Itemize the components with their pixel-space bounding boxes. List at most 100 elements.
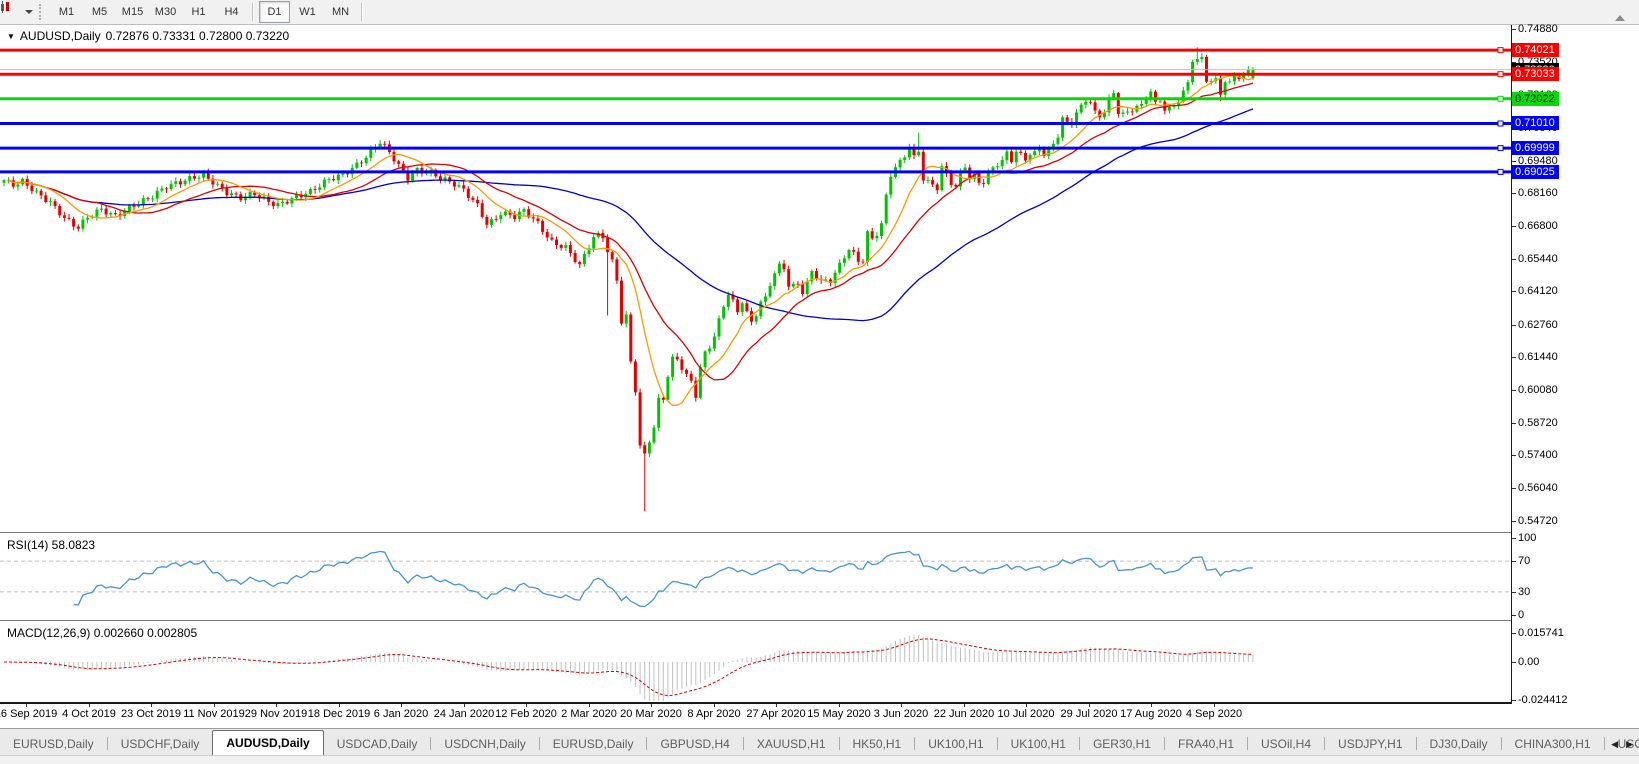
date-label: 18 Dec 2019 (308, 708, 370, 720)
date-label: 29 Jul 2020 (1061, 708, 1118, 720)
price-tick-mark (1512, 291, 1516, 292)
timeframe-button-m5[interactable]: M5 (84, 1, 115, 23)
collapse-indicator-icon[interactable]: ▼ (7, 32, 15, 41)
date-label: 27 Apr 2020 (746, 708, 805, 720)
macd-plot (0, 622, 1511, 702)
price-tick-label: 0.57400 (1518, 449, 1558, 461)
toolbar-grip-handle[interactable] (39, 4, 44, 20)
date-tick-mark (401, 704, 402, 707)
date-label: 2 Mar 2020 (561, 708, 617, 720)
chart-tab-ger30-h1[interactable]: GER30,H1 (1080, 733, 1164, 755)
rsi-tick-label: 0 (1518, 609, 1524, 621)
chart-cursor-icon[interactable] (4, 3, 24, 21)
rsi-tick-mark (1512, 561, 1516, 562)
timeframe-button-h4[interactable]: H4 (216, 1, 247, 23)
date-tick-mark (651, 704, 652, 707)
chart-ohlc-values: 0.72876 0.73331 0.72800 0.73220 (106, 29, 290, 43)
date-tick-mark (1089, 704, 1090, 707)
chart-tab-china300-h1[interactable]: CHINA300,H1 (1502, 733, 1604, 755)
macd-indicator-pane[interactable]: MACD(12,26,9) 0.002660 0.002805 (0, 622, 1511, 702)
price-tick-label: 0.58720 (1518, 417, 1558, 429)
date-label: 12 Feb 2020 (495, 708, 557, 720)
chart-tab-usdcnh-daily[interactable]: USDCNH,Daily (431, 733, 538, 755)
price-tick-label: 0.68160 (1518, 187, 1558, 199)
price-tick-mark (1512, 455, 1516, 456)
macd-tick-label: -0.024412 (1518, 694, 1568, 706)
chart-tab-uk100-h1[interactable]: UK100,H1 (998, 733, 1079, 755)
date-tick-mark (464, 704, 465, 707)
timeframe-button-w1[interactable]: W1 (292, 1, 323, 23)
macd-tick-mark (1512, 662, 1516, 663)
timeframe-toolbar: M1M5M15M30H1H4 D1W1MN (0, 0, 1639, 25)
pane-separator[interactable] (0, 620, 1511, 621)
chart-tab-uk100-h1[interactable]: UK100,H1 (915, 733, 996, 755)
tab-scroll-right-icon[interactable]: ▶ (1626, 739, 1633, 750)
date-label: 8 Apr 2020 (687, 708, 740, 720)
chart-tab-dj30-daily[interactable]: DJ30,Daily (1417, 733, 1501, 755)
scroll-up-icon[interactable] (1615, 15, 1625, 21)
chart-tab-gbpusd-h4[interactable]: GBPUSD,H4 (647, 733, 742, 755)
chart-symbol-label: AUDUSD,Daily (20, 29, 101, 43)
chart-tab-fra40-h1[interactable]: FRA40,H1 (1165, 733, 1247, 755)
candlestick-chart[interactable] (0, 25, 1511, 532)
chart-tab-usdchf-daily[interactable]: USDCHF,Daily (108, 733, 213, 755)
rsi-indicator-pane[interactable]: RSI(14) 58.0823 (0, 534, 1511, 620)
date-tick-mark (1151, 704, 1152, 707)
price-tick-mark (1512, 161, 1516, 162)
timeframe-button-m1[interactable]: M1 (51, 1, 82, 23)
price-tick-label: 0.74880 (1518, 23, 1558, 35)
mt4-window: M1M5M15M30H1H4 D1W1MN ▼ AUDUSD,Daily 0.72… (0, 0, 1639, 764)
date-label: 24 Jan 2020 (434, 708, 495, 720)
date-tick-mark (89, 704, 90, 707)
price-chart-pane[interactable]: ▼ AUDUSD,Daily 0.72876 0.73331 0.72800 0… (0, 25, 1511, 532)
price-tick-mark (1512, 325, 1516, 326)
chart-tab-bar: EURUSD,DailyUSDCHF,DailyAUDUSD,DailyUSDC… (0, 728, 1639, 755)
chart-tab-eurusd-daily[interactable]: EURUSD,Daily (540, 733, 647, 755)
rsi-tick-mark (1512, 538, 1516, 539)
timeframe-button-m30[interactable]: M30 (150, 1, 181, 23)
rsi-tick-mark (1512, 615, 1516, 616)
date-tick-mark (839, 704, 840, 707)
price-tick-mark (1512, 390, 1516, 391)
date-label: 16 Sep 2019 (0, 708, 57, 720)
tab-scroll-left-icon[interactable]: ◀ (1611, 739, 1618, 750)
chart-tab-usdjpy-h1[interactable]: USDJPY,H1 (1325, 733, 1415, 755)
time-axis[interactable]: 16 Sep 20194 Oct 201923 Oct 201911 Nov 2… (0, 704, 1511, 728)
chart-tab-usdcad-daily[interactable]: USDCAD,Daily (324, 733, 431, 755)
date-label: 22 Jun 2020 (934, 708, 995, 720)
date-tick-mark (526, 704, 527, 707)
date-tick-mark (714, 704, 715, 707)
price-tick-mark (1512, 226, 1516, 227)
toolbar-separator (361, 3, 363, 21)
price-tick-mark (1512, 423, 1516, 424)
chart-tab-hk50-h1[interactable]: HK50,H1 (840, 733, 915, 755)
macd-tick-label: 0.00 (1518, 656, 1539, 668)
date-tick-mark (1026, 704, 1027, 707)
chart-tab-eurusd-daily[interactable]: EURUSD,Daily (0, 733, 107, 755)
price-line-badge: 0.72022 (1512, 92, 1559, 106)
timeframe-button-h1[interactable]: H1 (183, 1, 214, 23)
timeframe-button-d1[interactable]: D1 (259, 1, 290, 23)
chevron-down-icon[interactable] (25, 10, 33, 14)
date-label: 23 Oct 2019 (121, 708, 181, 720)
date-label: 3 Jun 2020 (874, 708, 928, 720)
date-label: 10 Jul 2020 (998, 708, 1055, 720)
date-tick-mark (776, 704, 777, 707)
chart-tab-audusd-daily[interactable]: AUDUSD,Daily (212, 730, 323, 755)
date-label: 6 Jan 2020 (374, 708, 428, 720)
date-tick-mark (339, 704, 340, 707)
price-line-badge: 0.71010 (1512, 116, 1559, 130)
chart-tab-xauusd-h1[interactable]: XAUUSD,H1 (744, 733, 839, 755)
macd-label: MACD(12,26,9) 0.002660 0.002805 (7, 626, 197, 640)
rsi-label: RSI(14) 58.0823 (7, 538, 95, 552)
pane-separator[interactable] (0, 532, 1511, 533)
price-tick-mark (1512, 29, 1516, 30)
date-label: 17 Aug 2020 (1120, 708, 1182, 720)
chart-tab-usoil-h4[interactable]: USOil,H4 (1248, 733, 1324, 755)
timeframe-button-mn[interactable]: MN (325, 1, 356, 23)
price-tick-mark (1512, 488, 1516, 489)
timeframe-button-m15[interactable]: M15 (117, 1, 148, 23)
price-tick-label: 0.64120 (1518, 285, 1558, 297)
price-axis[interactable]: 0.748800.735200.721600.708400.694800.681… (1512, 25, 1639, 703)
date-label: 29 Nov 2019 (245, 708, 307, 720)
